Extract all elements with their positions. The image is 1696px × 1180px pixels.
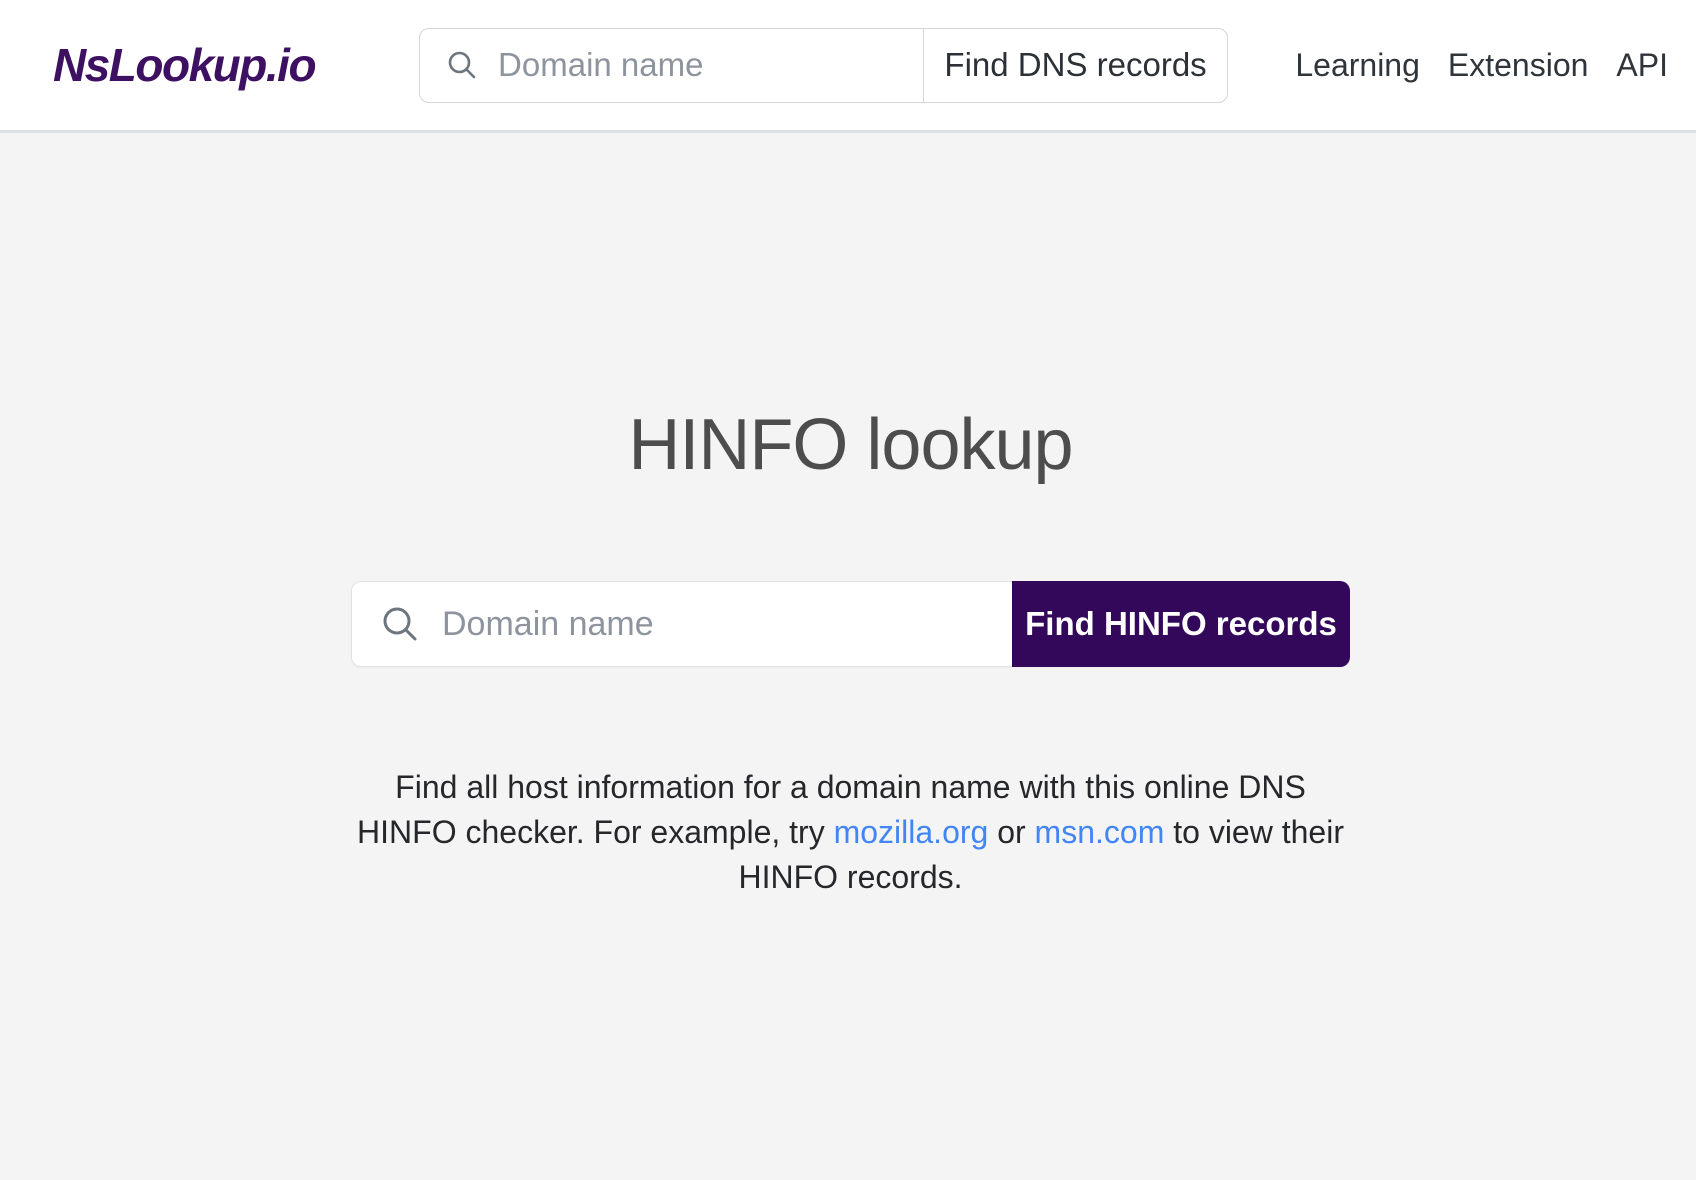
page-title: HINFO lookup (351, 401, 1350, 489)
description-line: HINFO checker. For example, try mozilla.… (351, 810, 1350, 855)
search-icon (380, 604, 420, 644)
description-line: Find all host information for a domain n… (351, 765, 1350, 810)
hinfo-domain-input[interactable] (442, 605, 1012, 644)
nav-item-extension[interactable]: Extension (1448, 47, 1589, 84)
description-text: to view their (1164, 814, 1344, 850)
description-text: HINFO records. (738, 859, 962, 895)
find-hinfo-records-button[interactable]: Find HINFO records (1012, 581, 1350, 667)
header-search-form: Find DNS records (419, 28, 1228, 103)
description: Find all host information for a domain n… (351, 765, 1350, 900)
header-search-input-wrap (420, 29, 923, 102)
content-column: HINFO lookup Find HINFO records Find all… (351, 401, 1350, 900)
nav-item-api[interactable]: API (1616, 47, 1668, 84)
header-domain-input[interactable] (498, 46, 923, 84)
search-icon (446, 49, 478, 81)
header: NsLookup.io Find DNS records Learning Ex… (0, 0, 1696, 133)
hinfo-search-input-wrap (351, 581, 1012, 667)
header-nav: Learning Extension API (1295, 47, 1668, 84)
description-text: Find all host information for a domain n… (395, 769, 1306, 805)
description-text: or (988, 814, 1034, 850)
description-text: HINFO checker. For example, try (357, 814, 834, 850)
hinfo-search-form: Find HINFO records (351, 581, 1350, 667)
description-link[interactable]: msn.com (1035, 814, 1165, 850)
description-line: HINFO records. (351, 855, 1350, 900)
logo[interactable]: NsLookup.io (53, 38, 315, 92)
nav-item-learning[interactable]: Learning (1295, 47, 1420, 84)
description-link[interactable]: mozilla.org (834, 814, 989, 850)
find-dns-records-button[interactable]: Find DNS records (923, 29, 1227, 102)
main-content: HINFO lookup Find HINFO records Find all… (0, 401, 1696, 900)
